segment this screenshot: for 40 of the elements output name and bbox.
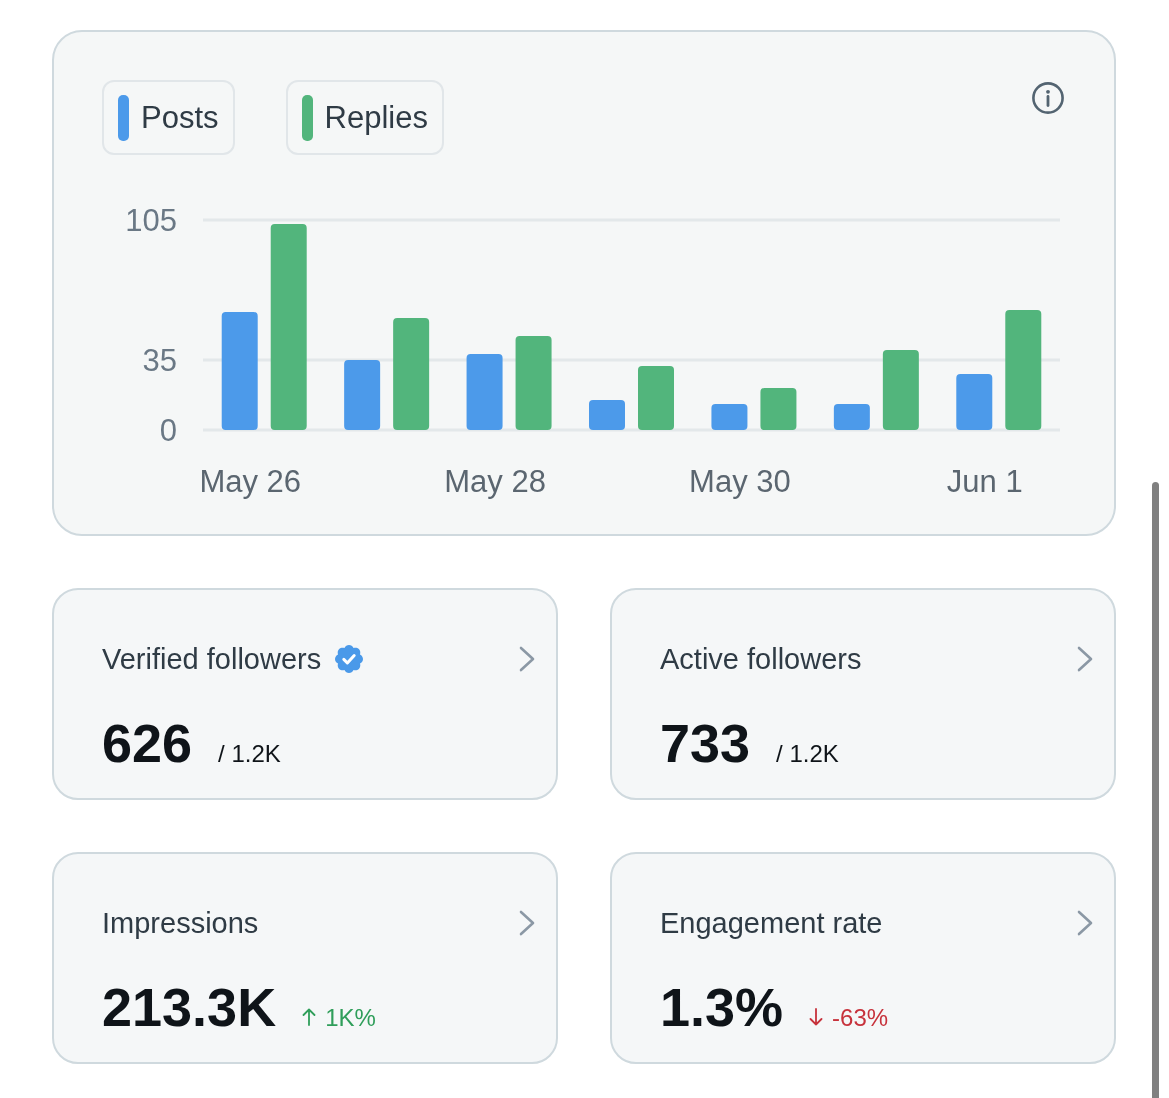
stat-value: 733 — [660, 716, 751, 770]
legend-chip[interactable]: Posts — [102, 80, 235, 155]
bar — [711, 404, 748, 430]
info-icon[interactable] — [1032, 82, 1064, 114]
stat-value: 213.3K — [102, 980, 277, 1034]
bar — [956, 374, 993, 430]
bar — [589, 400, 625, 430]
x-axis-label: May 30 — [689, 464, 791, 499]
chevron-right-icon — [1077, 646, 1093, 672]
stat-change: -63% — [832, 1004, 889, 1032]
stat-title: Active followers — [660, 642, 862, 676]
y-axis-label: 35 — [142, 343, 177, 378]
y-axis-label: 0 — [159, 413, 177, 448]
stat-change: 1K% — [325, 1004, 376, 1032]
x-axis-label: May 28 — [444, 464, 546, 499]
stat-total: / 1.2K — [218, 740, 281, 768]
stat-card[interactable]: Active followers 733 / 1.2K — [610, 588, 1116, 800]
chevron-right-icon — [1077, 910, 1093, 936]
stat-card[interactable]: Engagement rate 1.3% -63% — [610, 852, 1116, 1064]
stat-card[interactable]: Impressions 213.3K 1K% — [52, 852, 558, 1064]
chevron-right-icon — [519, 910, 535, 936]
scrollbar-thumb[interactable] — [1152, 482, 1159, 1098]
stat-value: 1.3% — [660, 980, 784, 1034]
arrow-down-icon — [809, 1008, 824, 1026]
x-axis-label: Jun 1 — [946, 464, 1023, 499]
stat-value: 626 — [102, 716, 193, 770]
stat-title: Verified followers — [102, 642, 322, 676]
stat-title: Impressions — [102, 906, 259, 940]
bar — [344, 360, 381, 430]
bar — [760, 388, 797, 430]
arrow-up-icon — [302, 1008, 317, 1026]
legend-chip[interactable]: Replies — [285, 80, 444, 155]
stat-card[interactable]: Verified followers 626 / 1.2K — [52, 588, 558, 800]
bar — [833, 404, 870, 430]
stat-total: / 1.2K — [776, 740, 839, 768]
bar — [638, 366, 674, 430]
chevron-right-icon — [519, 646, 535, 672]
y-axis-label: 105 — [125, 203, 177, 238]
x-axis-label: May 26 — [199, 464, 302, 499]
stat-title: Engagement rate — [660, 906, 883, 940]
